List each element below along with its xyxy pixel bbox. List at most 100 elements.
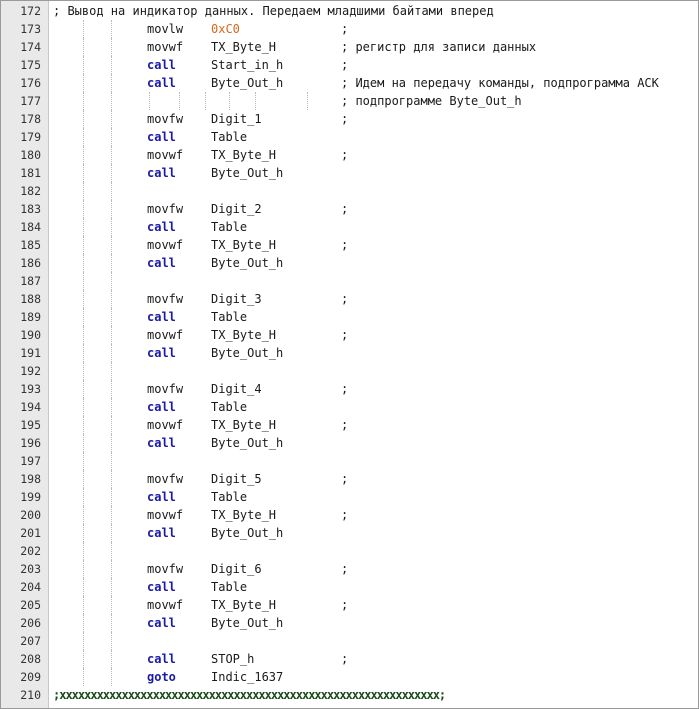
code-line[interactable]: 197 (1, 452, 698, 470)
code-line[interactable]: 177 ; подпрограмме Byte_Out_h (1, 92, 698, 110)
indent-guide (83, 632, 84, 650)
code-line[interactable]: 201 call Byte_Out_h (1, 524, 698, 542)
code-line[interactable]: 204 call Table (1, 578, 698, 596)
indent-guide (111, 506, 112, 524)
indent-guide (111, 416, 112, 434)
code-line[interactable]: 187 (1, 272, 698, 290)
line-number: 190 (20, 328, 41, 342)
code-line[interactable]: 176 call Byte_Out_h ; Идем на передачу кома… (1, 74, 698, 92)
code-line[interactable]: 195 movwf TX_Byte_H; (1, 416, 698, 434)
code-line[interactable]: 210 ;xxxxxxxxxxxxxxxxxxxxxxxxxxxxxxxxxxxx… (1, 686, 698, 704)
code-line[interactable]: 196 call Byte_Out_h (1, 434, 698, 452)
operand: Digit_1 (211, 112, 262, 126)
indent-guide (307, 92, 308, 110)
code-line[interactable]: 182 (1, 182, 698, 200)
code-line[interactable]: 191 call Byte_Out_h (1, 344, 698, 362)
code-line[interactable]: 203 movfw Digit_6; (1, 560, 698, 578)
code-lines[interactable]: 172 ; Вывод на индикатор данных. Передаем… (1, 2, 698, 704)
line-number: 202 (20, 544, 41, 558)
comment: ; (341, 202, 349, 216)
line-number: 200 (20, 508, 41, 522)
code-line[interactable]: 183 movfw Digit_2; (1, 200, 698, 218)
indent-guide (111, 596, 112, 614)
operand: TX_Byte_H (211, 238, 277, 252)
indent-guide (83, 218, 84, 236)
indent-guide (111, 632, 112, 650)
indent-guide (83, 272, 84, 290)
code-line[interactable]: 207 (1, 632, 698, 650)
code-line[interactable]: 174 movwf TX_Byte_H ; регистр для записи да… (1, 38, 698, 56)
operand: Byte_Out_h (211, 166, 284, 180)
code-line[interactable]: 184 call Table (1, 218, 698, 236)
line-number: 175 (20, 58, 41, 72)
operand: STOP_h (211, 652, 255, 666)
indent-guide (111, 560, 112, 578)
code-line[interactable]: 180 movwf TX_Byte_H; (1, 146, 698, 164)
code-line[interactable]: 179 call Table (1, 128, 698, 146)
code-line[interactable]: 189 call Table (1, 308, 698, 326)
indent-guide (111, 362, 112, 380)
code-line[interactable]: 181 call Byte_Out_h (1, 164, 698, 182)
code-line[interactable]: 202 (1, 542, 698, 560)
indent-guide (111, 290, 112, 308)
indent-guide (111, 542, 112, 560)
code-line[interactable]: 198 movfw Digit_5; (1, 470, 698, 488)
operand: Digit_4 (211, 382, 262, 396)
code-line[interactable]: 172 ; Вывод на индикатор данных. Передаем… (1, 2, 698, 20)
code-line[interactable]: 175 call Start_in_h; (1, 56, 698, 74)
code-line[interactable]: 209 goto Indic_1637 (1, 668, 698, 686)
indent-guide (111, 434, 112, 452)
indent-guide (111, 74, 112, 92)
code-line[interactable]: 178 movfw Digit_1; (1, 110, 698, 128)
instruction: movfw (147, 202, 184, 216)
code-line[interactable]: 186 call Byte_Out_h (1, 254, 698, 272)
indent-guide (111, 182, 112, 200)
operand: Byte_Out_h (211, 256, 284, 270)
instruction: movfw (147, 382, 184, 396)
code-line[interactable]: 199 call Table (1, 488, 698, 506)
indent-guide (111, 344, 112, 362)
indent-guide (111, 254, 112, 272)
instruction: call (147, 58, 176, 72)
operand: Table (211, 400, 248, 414)
code-line[interactable]: 205 movwf TX_Byte_H; (1, 596, 698, 614)
separator-comment: ;xxxxxxxxxxxxxxxxxxxxxxxxxxxxxxxxxxxxxxx… (53, 688, 446, 702)
operand: Table (211, 130, 248, 144)
code-line[interactable]: 206 call Byte_Out_h (1, 614, 698, 632)
indent-guide (83, 344, 84, 362)
indent-guide (83, 56, 84, 74)
code-line[interactable]: 200 movwf TX_Byte_H; (1, 506, 698, 524)
code-editor[interactable]: 172 ; Вывод на индикатор данных. Передаем… (0, 0, 699, 709)
instruction: call (147, 220, 176, 234)
comment: ; подпрограмме Byte_Out_h (341, 94, 522, 108)
comment: ; (341, 112, 349, 126)
indent-guide (111, 38, 112, 56)
line-number: 172 (20, 4, 41, 18)
code-line[interactable]: 208 call STOP_h; (1, 650, 698, 668)
code-line[interactable]: 193 movfw Digit_4; (1, 380, 698, 398)
code-line[interactable]: 173 movlw 0xC0; (1, 20, 698, 38)
indent-guide (111, 236, 112, 254)
operand: Table (211, 490, 248, 504)
line-number: 205 (20, 598, 41, 612)
line-number: 194 (20, 400, 41, 414)
indent-guide (179, 92, 180, 110)
line-number: 203 (20, 562, 41, 576)
comment: ; (341, 22, 349, 36)
code-line[interactable]: 188 movfw Digit_3; (1, 290, 698, 308)
indent-guide (111, 650, 112, 668)
code-line[interactable]: 194 call Table (1, 398, 698, 416)
indent-guide (83, 200, 84, 218)
code-line[interactable]: 192 (1, 362, 698, 380)
instruction: call (147, 310, 176, 324)
code-line[interactable]: 185 movwf TX_Byte_H; (1, 236, 698, 254)
comment: ; Идем на передачу команды, подпрограмма… (341, 76, 659, 90)
operand: Byte_Out_h (211, 436, 284, 450)
code-line[interactable]: 190 movwf TX_Byte_H; (1, 326, 698, 344)
indent-guide (83, 524, 84, 542)
instruction: call (147, 130, 176, 144)
indent-guide (83, 398, 84, 416)
operand: TX_Byte_H (211, 328, 277, 342)
operand: Byte_Out_h (211, 76, 284, 90)
line-number: 173 (20, 22, 41, 36)
